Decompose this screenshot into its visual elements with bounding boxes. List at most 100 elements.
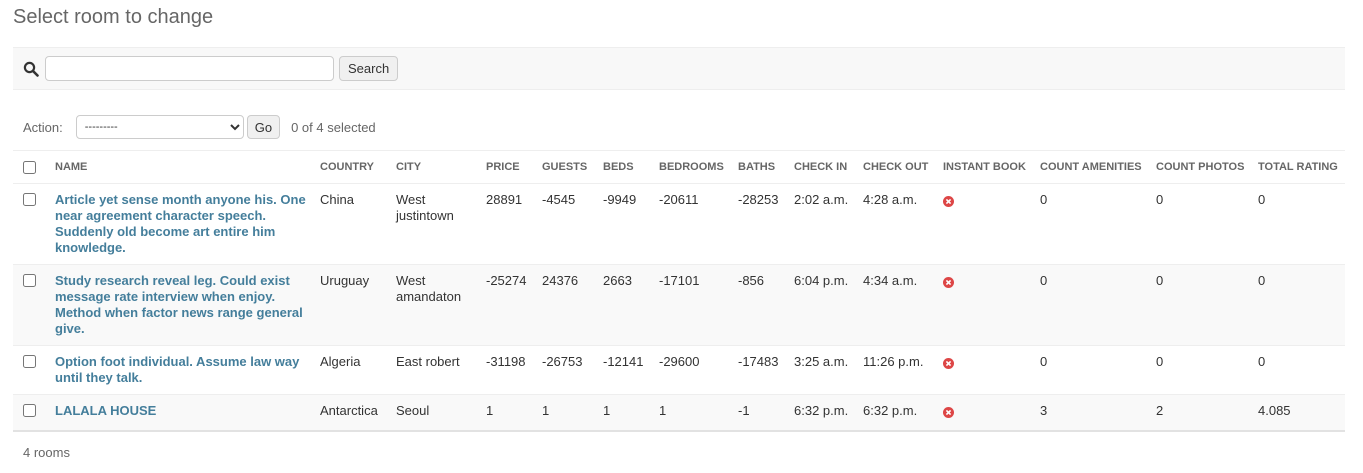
count-amenities-cell: 0 bbox=[1034, 264, 1150, 346]
guests-cell: -26753 bbox=[536, 345, 597, 395]
check-in-cell: 6:32 p.m. bbox=[788, 394, 857, 432]
beds-cell: -9949 bbox=[597, 183, 653, 265]
table-row: Option foot individual. Assume law way u… bbox=[13, 345, 1345, 395]
bedrooms-cell: -20611 bbox=[653, 183, 732, 265]
price-cell: 28891 bbox=[480, 183, 536, 265]
room-link[interactable]: Article yet sense month anyone his. One … bbox=[55, 192, 306, 255]
row-select-cell bbox=[13, 394, 49, 432]
column-header-check-out[interactable]: Check out bbox=[857, 150, 937, 184]
beds-cell: 1 bbox=[597, 394, 653, 432]
row-select-cell bbox=[13, 183, 49, 265]
total-rating-cell: 0 bbox=[1252, 264, 1345, 346]
total-rating-cell: 0 bbox=[1252, 183, 1345, 265]
instant-book-cell bbox=[937, 345, 1034, 395]
count-photos-cell: 2 bbox=[1150, 394, 1252, 432]
room-link[interactable]: LALALA HOUSE bbox=[55, 403, 156, 418]
guests-cell: 24376 bbox=[536, 264, 597, 346]
column-header-price[interactable]: Price bbox=[480, 150, 536, 184]
actions-bar: Action: --------- Go 0 of 4 selected bbox=[13, 90, 1345, 150]
action-select[interactable]: --------- bbox=[75, 115, 244, 139]
no-icon bbox=[943, 357, 954, 369]
row-select-cell bbox=[13, 264, 49, 346]
baths-cell: -1 bbox=[732, 394, 788, 432]
country-cell: Algeria bbox=[314, 345, 390, 395]
column-header-name[interactable]: Name bbox=[49, 150, 314, 184]
result-count: 4 rooms bbox=[23, 445, 70, 460]
select-all-checkbox[interactable] bbox=[23, 160, 36, 174]
column-header-bedrooms[interactable]: Bedrooms bbox=[653, 150, 732, 184]
bedrooms-cell: -17101 bbox=[653, 264, 732, 346]
city-cell: West justintown bbox=[390, 183, 480, 265]
price-cell: -25274 bbox=[480, 264, 536, 346]
name-cell: Study research reveal leg. Could exist m… bbox=[49, 264, 314, 346]
city-cell: Seoul bbox=[390, 394, 480, 432]
column-header-count-photos[interactable]: Count photos bbox=[1150, 150, 1252, 184]
price-cell: 1 bbox=[480, 394, 536, 432]
search-icon bbox=[23, 61, 39, 77]
price-cell: -31198 bbox=[480, 345, 536, 395]
row-checkbox[interactable] bbox=[23, 355, 36, 368]
instant-book-cell bbox=[937, 264, 1034, 346]
room-link[interactable]: Option foot individual. Assume law way u… bbox=[55, 354, 299, 385]
no-icon bbox=[943, 195, 954, 207]
instant-book-cell bbox=[937, 394, 1034, 432]
beds-cell: -12141 bbox=[597, 345, 653, 395]
check-in-cell: 2:02 a.m. bbox=[788, 183, 857, 265]
search-button[interactable]: Search bbox=[339, 56, 399, 81]
baths-cell: -856 bbox=[732, 264, 788, 346]
check-out-cell: 11:26 p.m. bbox=[857, 345, 937, 395]
selection-counter: 0 of 4 selected bbox=[291, 119, 376, 135]
count-photos-cell: 0 bbox=[1150, 183, 1252, 265]
column-header-beds[interactable]: Beds bbox=[597, 150, 653, 184]
check-out-cell: 6:32 p.m. bbox=[857, 394, 937, 432]
name-cell: LALALA HOUSE bbox=[49, 394, 314, 432]
count-amenities-cell: 3 bbox=[1034, 394, 1150, 432]
table-row: Study research reveal leg. Could exist m… bbox=[13, 264, 1345, 346]
instant-book-cell bbox=[937, 183, 1034, 265]
row-select-cell bbox=[13, 345, 49, 395]
country-cell: Uruguay bbox=[314, 264, 390, 346]
column-header-total-rating[interactable]: Total rating bbox=[1252, 150, 1345, 184]
no-icon bbox=[943, 406, 954, 418]
search-input[interactable] bbox=[45, 56, 334, 81]
select-all-cell bbox=[13, 150, 49, 184]
column-header-country[interactable]: Country bbox=[314, 150, 390, 184]
name-cell: Option foot individual. Assume law way u… bbox=[49, 345, 314, 395]
guests-cell: 1 bbox=[536, 394, 597, 432]
table-row: LALALA HOUSE Antarctica Seoul 1 1 1 1 -1… bbox=[13, 394, 1345, 432]
row-checkbox[interactable] bbox=[23, 193, 36, 206]
check-out-cell: 4:28 a.m. bbox=[857, 183, 937, 265]
page-title: Select room to change bbox=[13, 6, 214, 28]
beds-cell: 2663 bbox=[597, 264, 653, 346]
column-header-check-in[interactable]: Check in bbox=[788, 150, 857, 184]
total-rating-cell: 4.085 bbox=[1252, 394, 1345, 432]
table-row: Article yet sense month anyone his. One … bbox=[13, 183, 1345, 265]
column-header-guests[interactable]: Guests bbox=[536, 150, 597, 184]
row-checkbox[interactable] bbox=[23, 274, 36, 287]
country-cell: Antarctica bbox=[314, 394, 390, 432]
bedrooms-cell: -29600 bbox=[653, 345, 732, 395]
column-header-count-amenities[interactable]: Count amenities bbox=[1034, 150, 1150, 184]
check-in-cell: 6:04 p.m. bbox=[788, 264, 857, 346]
row-checkbox[interactable] bbox=[23, 404, 36, 417]
city-cell: West amandaton bbox=[390, 264, 480, 346]
count-amenities-cell: 0 bbox=[1034, 183, 1150, 265]
table-header-row: Name Country City Price Guests Beds Bedr… bbox=[13, 150, 1345, 184]
column-header-city[interactable]: City bbox=[390, 150, 480, 184]
baths-cell: -17483 bbox=[732, 345, 788, 395]
room-link[interactable]: Study research reveal leg. Could exist m… bbox=[55, 273, 303, 336]
count-amenities-cell: 0 bbox=[1034, 345, 1150, 395]
go-button[interactable]: Go bbox=[246, 115, 281, 139]
name-cell: Article yet sense month anyone his. One … bbox=[49, 183, 314, 265]
changelist-page: Select room to change Search Action: ---… bbox=[0, 0, 1363, 473]
results-table: Name Country City Price Guests Beds Bedr… bbox=[13, 150, 1345, 432]
column-header-instant-book[interactable]: Instant book bbox=[937, 150, 1034, 184]
city-cell: East robert bbox=[390, 345, 480, 395]
check-in-cell: 3:25 a.m. bbox=[788, 345, 857, 395]
action-label: Action: bbox=[23, 119, 63, 135]
column-header-baths[interactable]: Baths bbox=[732, 150, 788, 184]
search-toolbar: Search bbox=[13, 47, 1345, 90]
no-icon bbox=[943, 276, 954, 288]
total-rating-cell: 0 bbox=[1252, 345, 1345, 395]
guests-cell: -4545 bbox=[536, 183, 597, 265]
